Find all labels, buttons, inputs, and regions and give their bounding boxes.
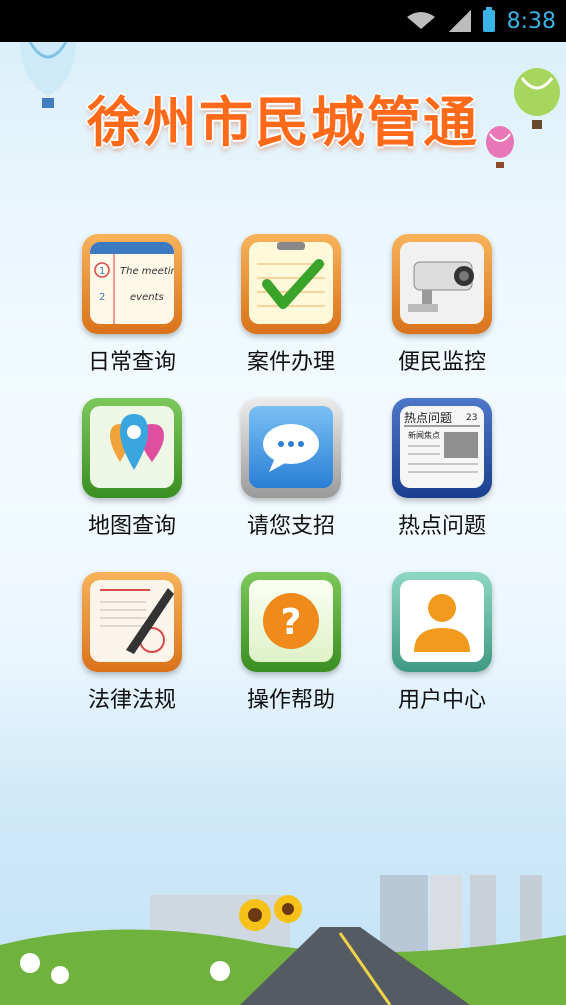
status-time: 8:38 [506,8,556,34]
help-graphic: ? [263,593,319,649]
app-title: 徐州市民城管通 [87,90,479,154]
menu-daily-query[interactable]: 1 The meeting 2 events 日常查询 [57,234,207,376]
camera-graphic [408,261,474,312]
menu-label: 热点问题 [397,514,486,539]
menu-case-handling[interactable]: 案件办理 [216,234,366,376]
menu-label: 请您支招 [246,514,335,539]
menu-map-query[interactable]: 地图查询 [57,398,207,540]
menu-help[interactable]: ? 操作帮助 [216,572,366,714]
menu-label: 用户中心 [397,688,486,713]
note-num-1: 1 [99,266,105,277]
battery-icon [482,7,495,32]
user-graphic [414,594,470,652]
map-pin-icon [82,398,182,498]
menu-label: 日常查询 [87,350,176,375]
chat-graphic [263,424,319,472]
law-graphic [100,588,174,654]
city-landscape-image [0,875,566,1005]
menu-user-center[interactable]: 用户中心 [367,572,517,714]
status-bar: 8:38 [0,0,566,42]
note-line-1: The meeting [120,266,174,277]
news-sub: 新闻焦点 [408,430,440,440]
note-graphic: 1 The meeting 2 events [90,242,174,324]
calendar-note-icon: 1 The meeting 2 events [82,234,182,334]
menu-label: 便民监控 [397,350,486,375]
menu-give-advice[interactable]: 请您支招 [216,398,366,540]
menu-label: 地图查询 [87,514,176,539]
status-right: 8:38 [405,0,556,42]
menu-hot-issues[interactable]: 热点问题 23 新闻焦点 热点问题 [367,398,517,540]
note-num-2: 2 [99,292,105,303]
camera-icon [392,234,492,334]
signal-icon [448,10,471,32]
help-glyph: ? [281,602,302,643]
note-line-2: events [130,292,164,303]
news-num: 23 [466,413,477,423]
map-graphic [110,414,164,470]
wifi-icon [406,12,435,29]
menu-label: 案件办理 [246,350,335,375]
menu-public-monitoring[interactable]: 便民监控 [367,234,517,376]
chat-bubble-icon [241,398,341,498]
check-graphic [257,242,325,309]
newspaper-graphic: 热点问题 23 新闻焦点 [404,411,480,473]
user-icon [392,572,492,672]
menu-label: 操作帮助 [246,688,335,713]
menu-label: 法律法规 [87,688,176,713]
news-header: 热点问题 [404,411,452,425]
newspaper-icon: 热点问题 23 新闻焦点 [392,398,492,498]
document-pen-icon [82,572,182,672]
question-icon: ? [241,572,341,672]
screen: 8:38 徐州市民城管通 1 The meeti 2 events 日常查询 案… [0,0,566,1005]
menu-laws[interactable]: 法律法规 [57,572,207,714]
checklist-icon [241,234,341,334]
